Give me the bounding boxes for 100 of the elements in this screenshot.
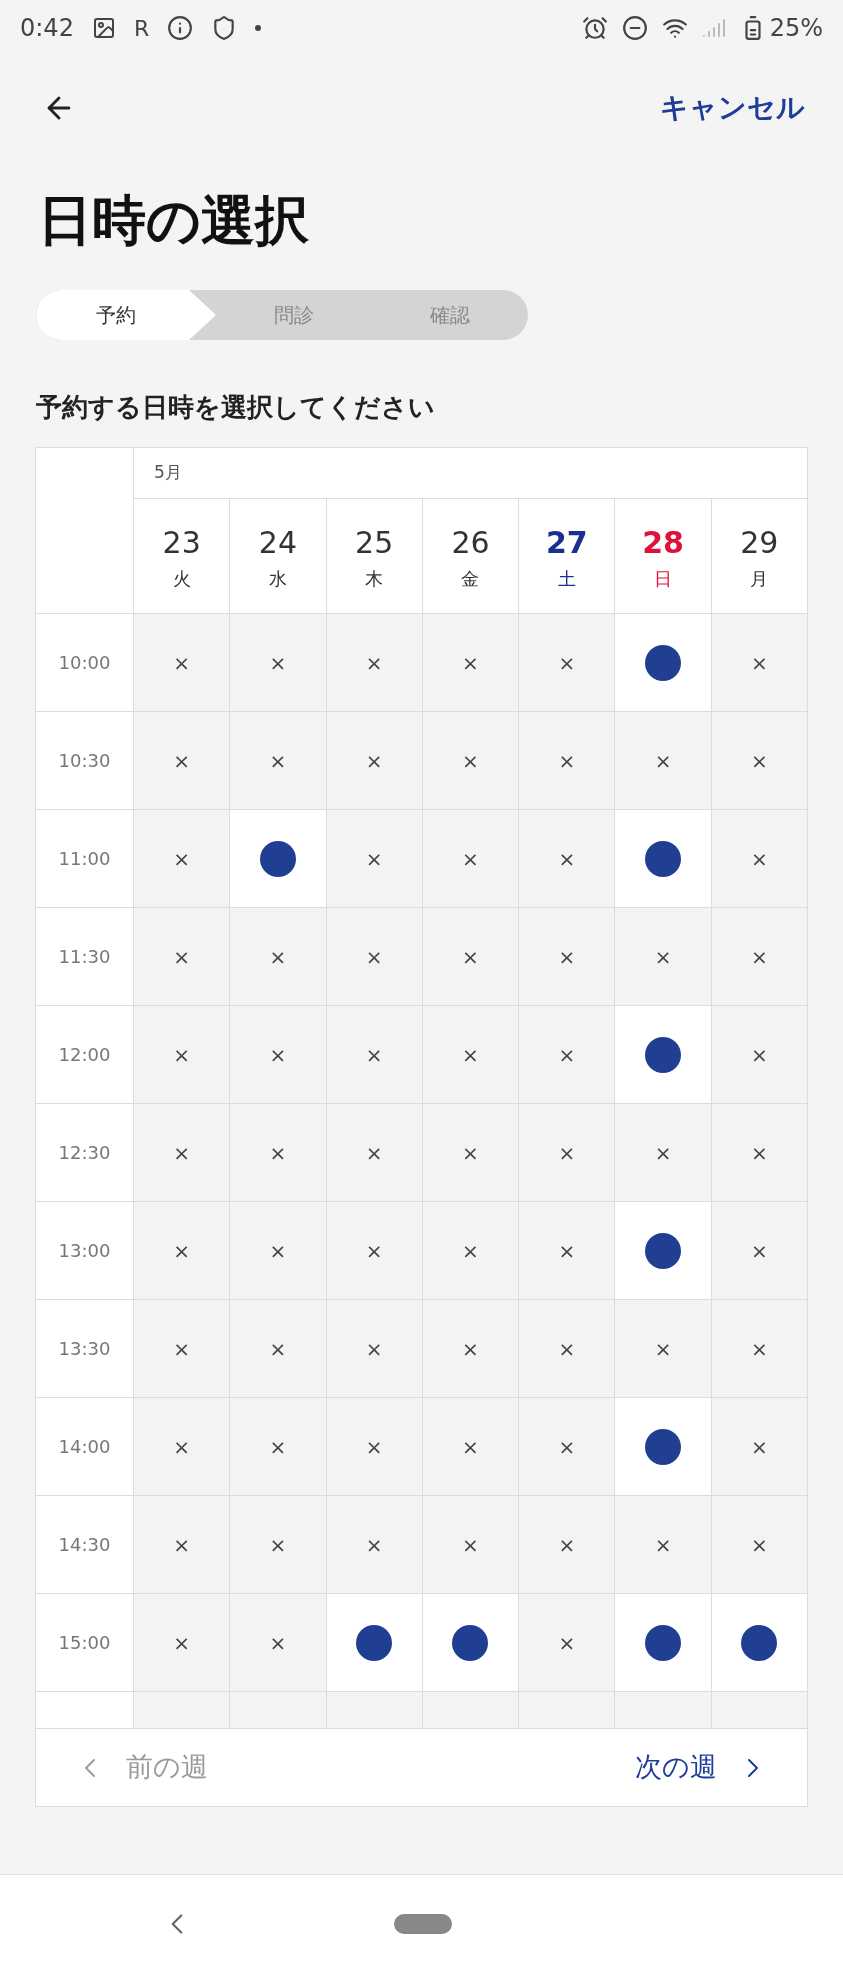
time-label: 12:30: [36, 1104, 133, 1201]
do-not-disturb-icon: [621, 15, 648, 41]
day-header: 23 火: [134, 499, 230, 613]
battery-percent: 25%: [769, 13, 823, 44]
unavailable-slot: ×: [134, 908, 230, 1005]
unavailable-slot: ×: [615, 1300, 711, 1397]
unavailable-slot: ×: [134, 1594, 230, 1691]
unavailable-slot: ×: [326, 810, 422, 907]
unavailable-slot: ×: [711, 1006, 807, 1103]
unavailable-slot: ×: [326, 614, 422, 711]
day-header: 25 木: [326, 499, 422, 613]
unavailable-slot: ×: [134, 614, 230, 711]
unavailable-slot: ×: [230, 614, 326, 711]
instruction-text: 予約する日時を選択してください: [35, 391, 436, 424]
unavailable-slot: ×: [422, 810, 519, 907]
unavailable-slot: ×: [711, 1202, 807, 1299]
unavailable-slot: ×: [326, 1496, 422, 1593]
unavailable-slot: ×: [134, 1006, 230, 1103]
day-header: 26 金: [422, 499, 519, 613]
unavailable-slot: ×: [422, 1398, 519, 1495]
unavailable-slot: ×: [519, 1006, 615, 1103]
unavailable-slot: ×: [230, 1398, 326, 1495]
unavailable-slot: ×: [422, 712, 519, 809]
page-title: 日時の選択: [37, 187, 310, 254]
available-slot[interactable]: [615, 1398, 711, 1495]
unavailable-slot: ×: [230, 908, 326, 1005]
unavailable-slot: ×: [711, 712, 807, 809]
unavailable-slot: ×: [422, 1104, 519, 1201]
unavailable-slot: ×: [519, 810, 615, 907]
unavailable-slot: ×: [711, 1398, 807, 1495]
step-label: 確認: [429, 302, 471, 329]
month-label: 5月: [134, 448, 807, 498]
day-header: 29 月: [711, 499, 807, 613]
unavailable-slot: ×: [134, 1104, 230, 1201]
home-button[interactable]: [394, 1913, 452, 1934]
unavailable-slot: ×: [711, 1300, 807, 1397]
time-label: 13:00: [36, 1202, 133, 1299]
unavailable-slot: ×: [519, 712, 615, 809]
step-label: 問診: [273, 302, 315, 329]
available-slot[interactable]: [326, 1594, 422, 1691]
unavailable-slot: ×: [422, 1300, 519, 1397]
cancel-button[interactable]: キャンセル: [660, 87, 805, 129]
unavailable-slot: ×: [230, 1496, 326, 1593]
unavailable-slot: ×: [134, 1398, 230, 1495]
unavailable-slot: ×: [615, 1496, 711, 1593]
unavailable-slot: ×: [711, 1496, 807, 1593]
time-label: 14:30: [36, 1496, 133, 1593]
unavailable-slot: ×: [519, 908, 615, 1005]
status-time: 0:42: [20, 13, 74, 44]
unavailable-slot: ×: [134, 810, 230, 907]
available-slot[interactable]: [615, 810, 711, 907]
day-header: 27 土: [519, 499, 615, 613]
available-slot[interactable]: [615, 1202, 711, 1299]
unavailable-slot: ×: [230, 1594, 326, 1691]
time-label: 11:00: [36, 810, 133, 907]
unavailable-slot: ×: [230, 1202, 326, 1299]
unavailable-slot: ×: [326, 1202, 422, 1299]
unavailable-slot: ×: [134, 1300, 230, 1397]
unavailable-slot: ×: [711, 810, 807, 907]
time-label: 15:00: [36, 1594, 133, 1691]
unavailable-slot: ×: [519, 1398, 615, 1495]
unavailable-slot: ×: [326, 1104, 422, 1201]
time-label: 10:30: [36, 712, 133, 809]
alarm-icon: [581, 15, 608, 41]
available-slot[interactable]: [615, 1006, 711, 1103]
unavailable-slot: ×: [422, 1202, 519, 1299]
day-header: 24 水: [230, 499, 326, 613]
available-slot[interactable]: [615, 1594, 711, 1691]
unavailable-slot: ×: [326, 1398, 422, 1495]
unavailable-slot: ×: [230, 1104, 326, 1201]
day-header: 28 日: [615, 499, 711, 613]
unavailable-slot: ×: [422, 1496, 519, 1593]
time-label: 12:00: [36, 1006, 133, 1103]
unavailable-slot: ×: [519, 1104, 615, 1201]
available-slot[interactable]: [422, 1594, 519, 1691]
unavailable-slot: ×: [615, 908, 711, 1005]
unavailable-slot: ×: [422, 614, 519, 711]
unavailable-slot: ×: [519, 1300, 615, 1397]
status-letter: R: [133, 14, 150, 43]
unavailable-slot: ×: [134, 1496, 230, 1593]
available-slot[interactable]: [615, 614, 711, 711]
unavailable-slot: ×: [230, 1300, 326, 1397]
available-slot[interactable]: [230, 810, 326, 907]
unavailable-slot: ×: [134, 712, 230, 809]
unavailable-slot: ×: [326, 908, 422, 1005]
unavailable-slot: ×: [326, 712, 422, 809]
time-label: 10:00: [36, 614, 133, 711]
time-label: 11:30: [36, 908, 133, 1005]
time-label: 13:30: [36, 1300, 133, 1397]
signal-icon: [701, 16, 726, 40]
unavailable-slot: ×: [134, 1202, 230, 1299]
unavailable-slot: ×: [422, 1006, 519, 1103]
time-label: 14:00: [36, 1398, 133, 1495]
unavailable-slot: ×: [711, 908, 807, 1005]
info-icon: [167, 15, 194, 41]
next-week-button[interactable]: 次の週: [627, 1747, 777, 1788]
available-slot[interactable]: [711, 1594, 807, 1691]
unavailable-slot: ×: [519, 1496, 615, 1593]
unavailable-slot: ×: [326, 1300, 422, 1397]
unavailable-slot: ×: [711, 614, 807, 711]
